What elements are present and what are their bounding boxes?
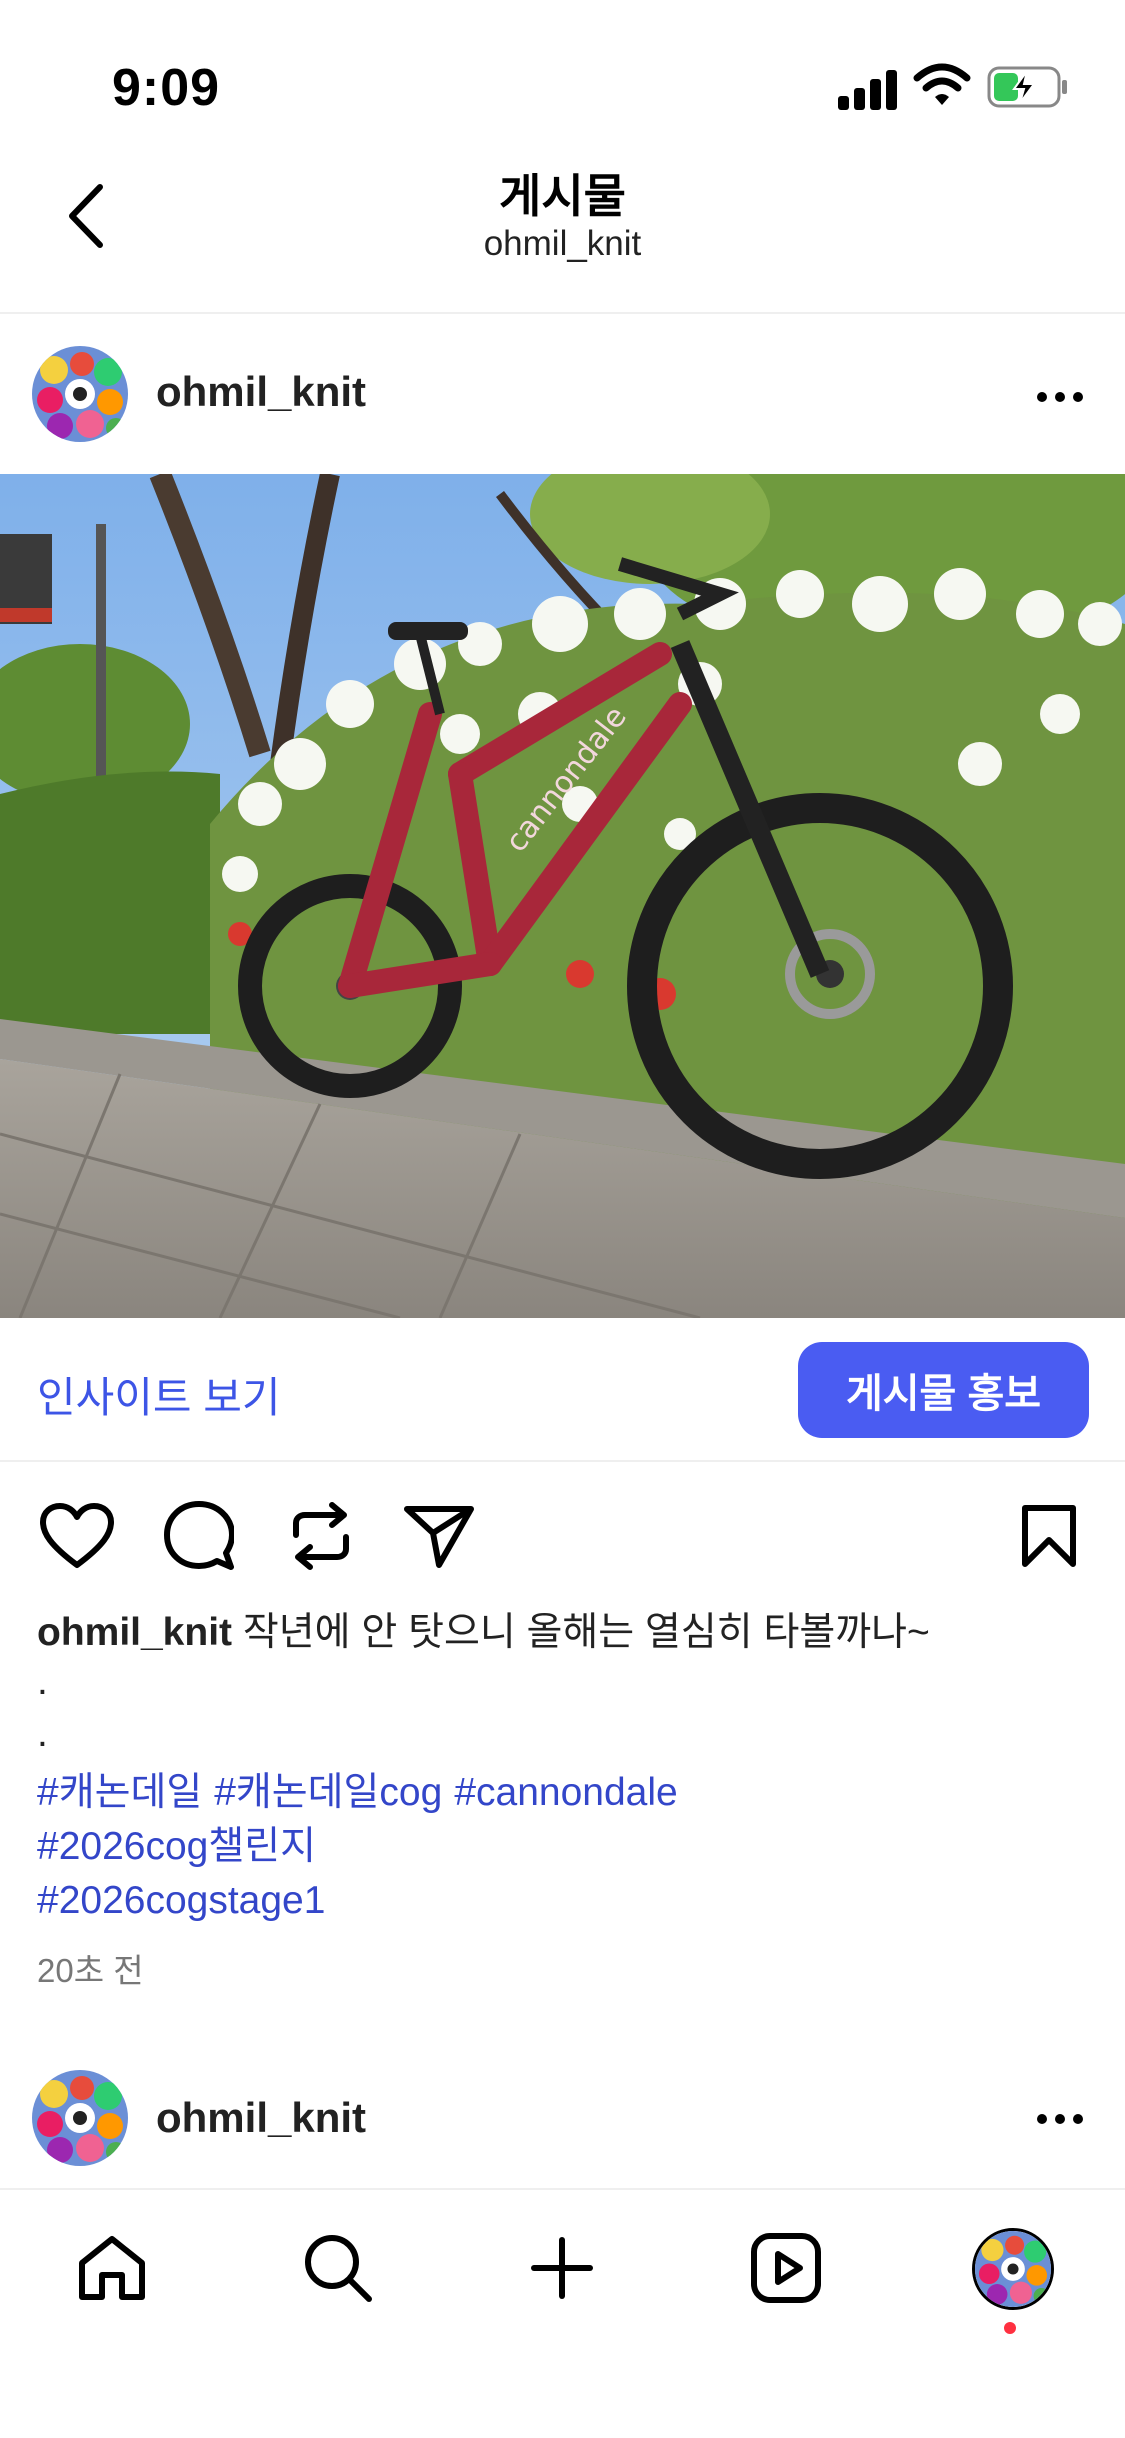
- caption-text: 작년에 안 탓으니 올해는 열심히 타볼까나~: [242, 1611, 930, 1654]
- tab-search[interactable]: [288, 2218, 388, 2318]
- avatar[interactable]: [32, 346, 128, 442]
- repost-button[interactable]: [278, 1496, 364, 1576]
- hashtags-line-3: #2026cogstage1: [37, 1874, 337, 1928]
- avatar: [972, 2228, 1054, 2310]
- hashtag[interactable]: #cannondale: [454, 1771, 677, 1814]
- share-icon: [404, 1506, 474, 1568]
- signal-icon: [838, 68, 900, 115]
- post-timestamp: 20초 전: [37, 1952, 144, 1989]
- avatar[interactable]: [32, 2070, 128, 2166]
- like-button[interactable]: [34, 1496, 120, 1576]
- comment-button[interactable]: [156, 1496, 242, 1576]
- caption-dot-1: .: [37, 1660, 48, 1703]
- caption-dot-2: .: [37, 1712, 48, 1755]
- ellipsis-icon: [1037, 392, 1083, 402]
- page-title: 게시물: [499, 170, 626, 222]
- hashtag[interactable]: #2026cogstage1: [37, 1879, 325, 1922]
- bike-photo-illustration: cannondale: [0, 474, 1125, 1318]
- tab-home[interactable]: [62, 2218, 162, 2318]
- caption-username[interactable]: ohmil_knit: [37, 1611, 232, 1654]
- search-icon: [305, 2235, 372, 2302]
- promote-post-button[interactable]: 게시물 홍보: [798, 1342, 1089, 1438]
- tab-reels[interactable]: [736, 2218, 836, 2318]
- battery-icon: [987, 66, 1069, 113]
- hashtags-line-2: #2026cog챌린지: [37, 1820, 328, 1874]
- share-button[interactable]: [396, 1496, 482, 1576]
- tab-profile[interactable]: [962, 2218, 1062, 2338]
- home-icon: [79, 2236, 145, 2300]
- hashtags-line-1: #캐논데일 #캐논데일cog #cannondale: [37, 1766, 690, 1820]
- hashtag[interactable]: #캐논데일cog: [214, 1771, 442, 1814]
- view-insights-link[interactable]: 인사이트 보기: [37, 1364, 281, 1425]
- tab-create[interactable]: [512, 2218, 612, 2318]
- page-subtitle: ohmil_knit: [483, 224, 642, 263]
- hashtag[interactable]: #캐논데일: [37, 1771, 202, 1814]
- notification-dot: [1004, 2322, 1016, 2334]
- header-divider: [0, 312, 1125, 314]
- heart-icon: [40, 1503, 114, 1568]
- save-button[interactable]: [1006, 1496, 1092, 1576]
- next-post-more-button[interactable]: [1030, 2094, 1090, 2144]
- repost-icon: [293, 1502, 349, 1570]
- next-post-username[interactable]: ohmil_knit: [156, 2094, 366, 2142]
- post-photo[interactable]: cannondale: [0, 474, 1125, 1318]
- comment-icon: [164, 1501, 234, 1570]
- insights-divider: [0, 1460, 1125, 1462]
- hashtag[interactable]: #2026cog챌린지: [37, 1825, 316, 1868]
- caption: ohmil_knit 작년에 안 탓으니 올해는 열심히 타볼까나~: [37, 1606, 1097, 1660]
- status-time: 9:09: [112, 59, 221, 117]
- wifi-icon: [913, 62, 971, 113]
- post-username[interactable]: ohmil_knit: [156, 368, 366, 416]
- more-options-button[interactable]: [1030, 372, 1090, 422]
- tab-bar: [0, 2188, 1125, 2438]
- ellipsis-icon: [1037, 2114, 1083, 2124]
- reels-icon: [751, 2233, 821, 2303]
- bookmark-icon: [1022, 1505, 1076, 1567]
- plus-icon: [531, 2237, 593, 2299]
